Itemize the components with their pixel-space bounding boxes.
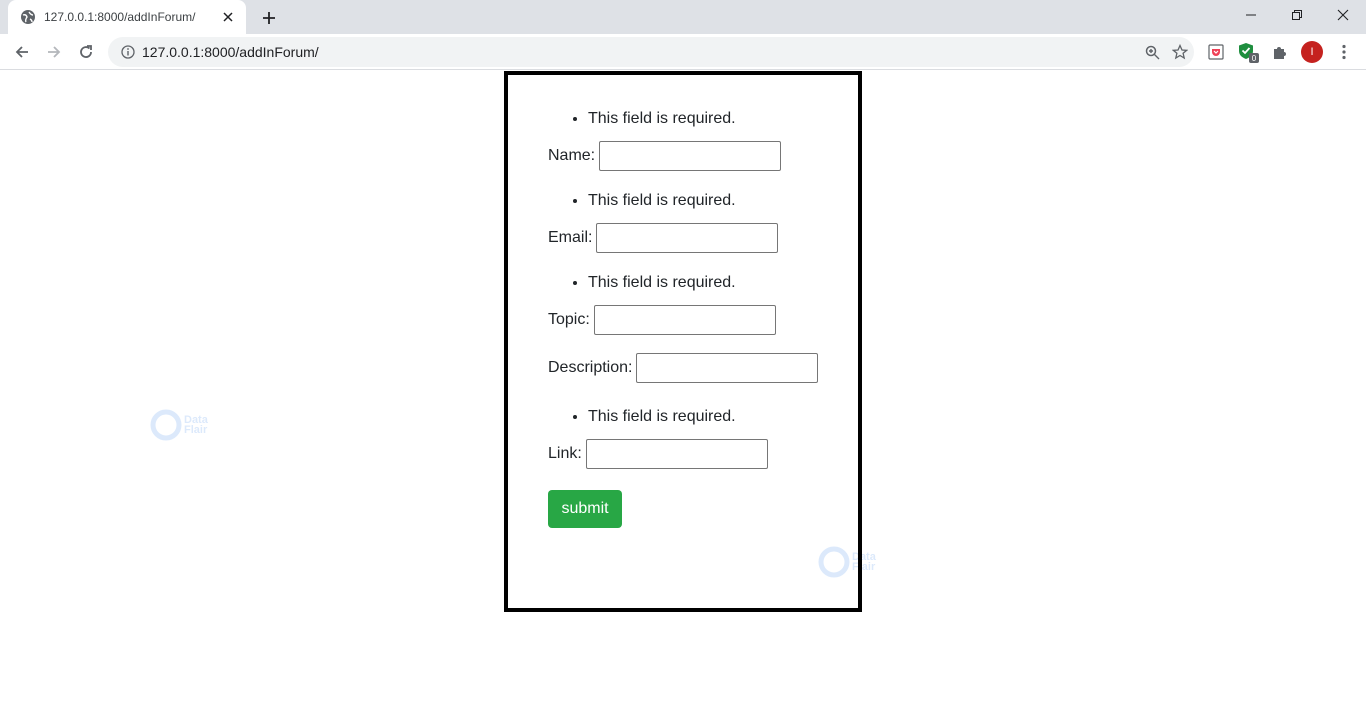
new-tab-button[interactable]: [258, 7, 280, 29]
description-label: Description:: [548, 359, 633, 376]
topic-label: Topic:: [548, 311, 590, 328]
email-input[interactable]: [596, 223, 779, 253]
submit-button[interactable]: submit: [548, 490, 622, 528]
link-error-list: This field is required.: [548, 405, 818, 429]
link-input[interactable]: [585, 439, 768, 469]
minimize-button[interactable]: [1228, 0, 1274, 30]
shield-extension-icon[interactable]: 0: [1234, 38, 1262, 66]
close-window-button[interactable]: [1320, 0, 1366, 30]
extension-badge: 0: [1252, 54, 1257, 63]
puzzle-extensions-icon[interactable]: [1266, 38, 1294, 66]
tab-strip: 127.0.0.1:8000/addInForum/: [0, 0, 1366, 34]
url-text[interactable]: 127.0.0.1:8000/addInForum/: [142, 44, 1138, 60]
reload-button[interactable]: [72, 38, 100, 66]
browser-tab[interactable]: 127.0.0.1:8000/addInForum/: [8, 0, 246, 34]
name-label: Name:: [548, 147, 596, 164]
name-error-list: This field is required.: [548, 107, 818, 131]
topic-error: This field is required.: [588, 271, 818, 295]
email-row: Email:: [548, 223, 818, 253]
pocket-extension-icon[interactable]: [1202, 38, 1230, 66]
link-label: Link:: [548, 445, 582, 462]
restore-button[interactable]: [1274, 0, 1320, 30]
description-input[interactable]: [636, 353, 819, 383]
watermark-logo: Data Flair: [150, 409, 208, 441]
menu-dots-icon[interactable]: [1330, 38, 1358, 66]
topic-input[interactable]: [593, 305, 776, 335]
bookmark-star-icon[interactable]: [1166, 38, 1194, 66]
avatar: I: [1301, 41, 1323, 63]
email-error-list: This field is required.: [548, 189, 818, 213]
browser-toolbar: 127.0.0.1:8000/addInForum/ 0 I: [0, 34, 1366, 70]
email-error: This field is required.: [588, 189, 818, 213]
close-tab-icon[interactable]: [220, 9, 236, 25]
topic-error-list: This field is required.: [548, 271, 818, 295]
name-row: Name:: [548, 141, 818, 171]
globe-icon: [20, 9, 36, 25]
profile-button[interactable]: I: [1298, 38, 1326, 66]
email-label: Email:: [548, 229, 593, 246]
address-bar[interactable]: 127.0.0.1:8000/addInForum/: [108, 37, 1194, 67]
site-info-icon[interactable]: [120, 44, 136, 60]
link-error: This field is required.: [588, 405, 818, 429]
zoom-icon[interactable]: [1138, 38, 1166, 66]
tab-title: 127.0.0.1:8000/addInForum/: [44, 10, 196, 24]
back-button[interactable]: [8, 38, 36, 66]
description-row: Description:: [548, 353, 819, 383]
name-input[interactable]: [599, 141, 782, 171]
page-content: Data Flair Data Flair This field is requ…: [0, 71, 1366, 728]
topic-row: Topic:: [548, 305, 818, 335]
forward-button[interactable]: [40, 38, 68, 66]
name-error: This field is required.: [588, 107, 818, 131]
link-row: Link:: [548, 439, 818, 469]
add-forum-form: This field is required. Name: This field…: [504, 71, 862, 612]
dataflair-logo-icon: [150, 409, 182, 441]
